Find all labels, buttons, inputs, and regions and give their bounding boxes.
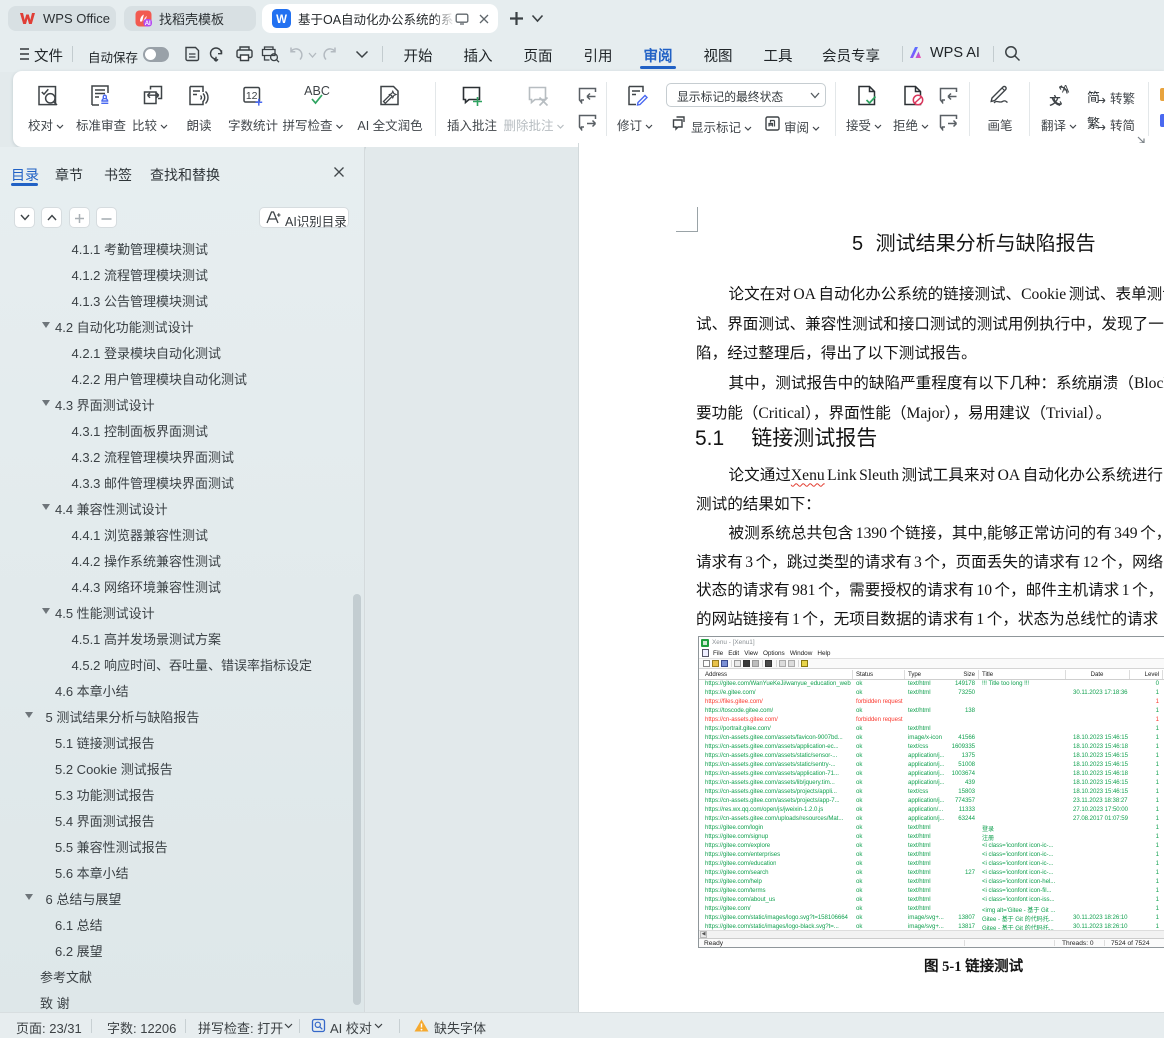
svg-text:12: 12	[246, 90, 258, 102]
svg-text:AI: AI	[145, 21, 151, 27]
svg-text:W: W	[276, 14, 287, 26]
svg-text:ABC: ABC	[304, 84, 330, 98]
